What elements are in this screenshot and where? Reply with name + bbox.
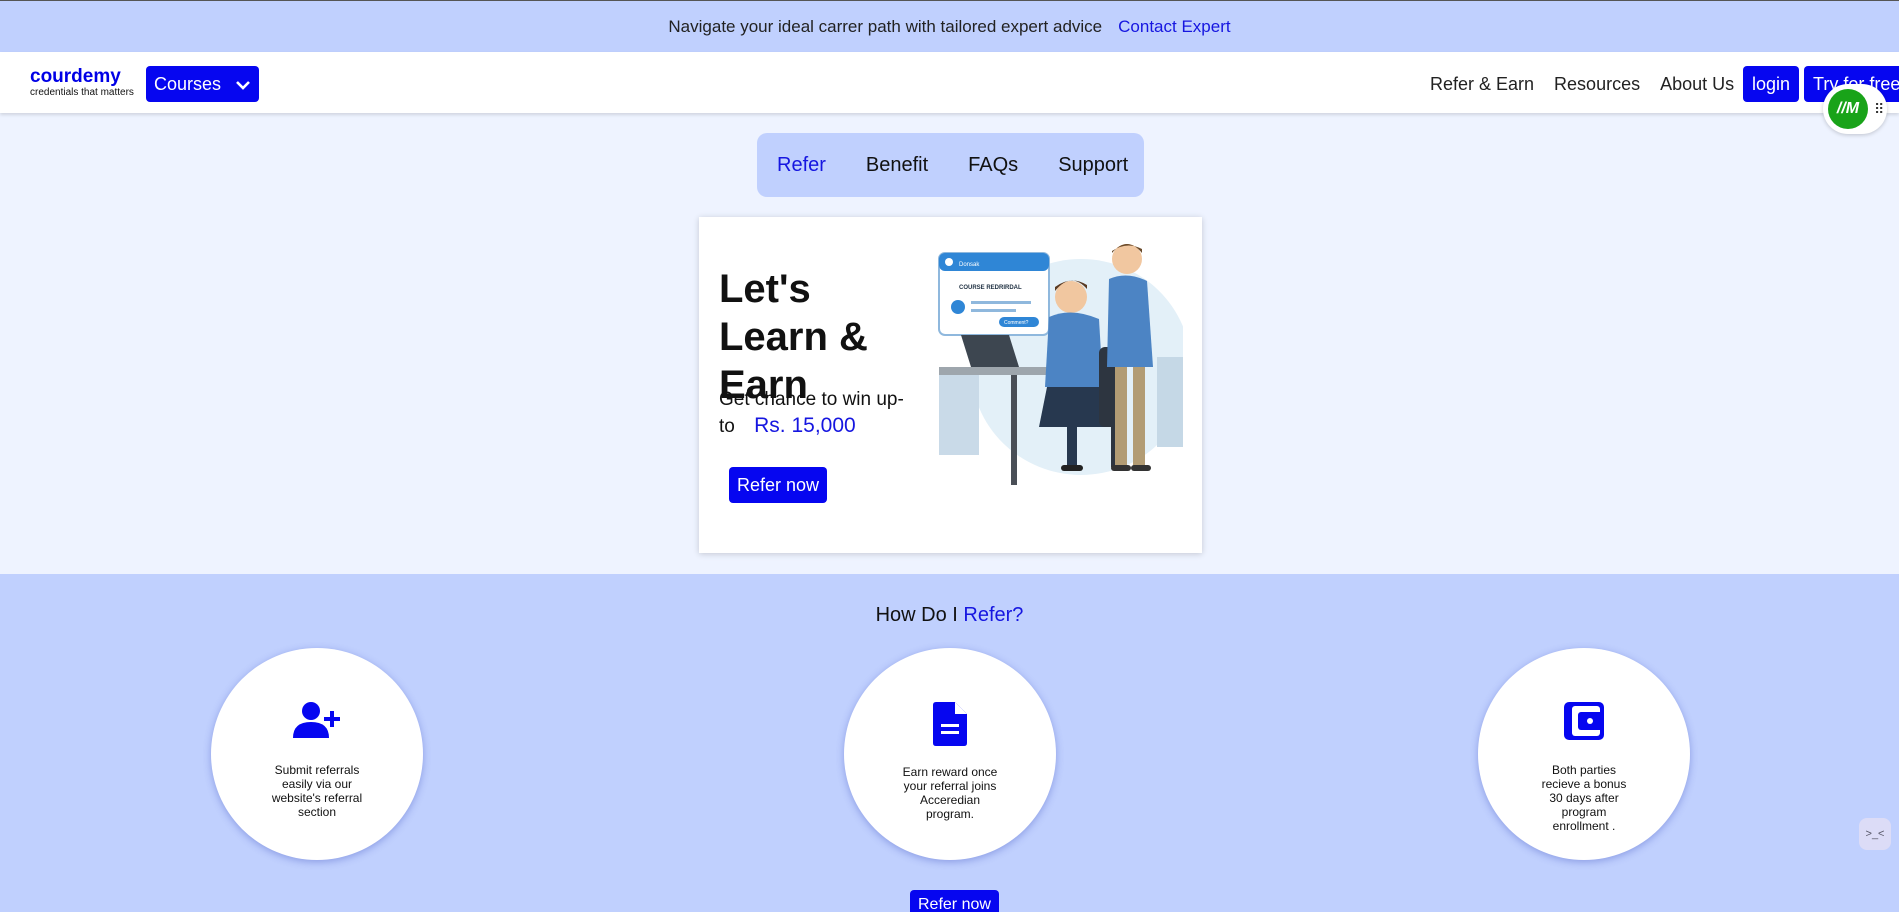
contact-expert-link[interactable]: Contact Expert <box>1118 17 1230 37</box>
hero-subtitle: Get chance to win up-to Rs. 15,000 <box>719 387 909 440</box>
logo[interactable]: courdemy credentials that matters <box>30 67 134 99</box>
illustration-pill: Comment? <box>1004 320 1029 326</box>
step-text: Earn reward once your referral joins Acc… <box>902 765 998 821</box>
main-nav: Refer & Earn Resources About Us <box>1430 66 1734 102</box>
logo-name: courdemy <box>30 66 121 87</box>
how-title-highlight: Refer? <box>963 604 1024 626</box>
wallet-icon <box>1478 702 1690 740</box>
hero-refer-now-button[interactable]: Refer now <box>729 467 828 503</box>
document-icon <box>844 702 1056 746</box>
step-card-bonus: Both parties recieve a bonus 30 days aft… <box>1478 648 1690 860</box>
refer-now-bottom-button[interactable]: Refer now <box>910 890 999 912</box>
announcement-bar: Navigate your ideal carrer path with tai… <box>0 0 1899 52</box>
hero-card: Let's Learn & Earn Get chance to win up-… <box>699 217 1202 553</box>
section-tabs: Refer Benefit FAQs Support <box>757 133 1144 197</box>
illustration-app-name: Donsak <box>959 262 980 268</box>
how-to-refer-title: How Do I Refer? <box>0 604 1899 627</box>
how-to-refer-section: How Do I Refer? Submit referrals easily … <box>0 574 1899 912</box>
extension-logo-icon: //M <box>1828 89 1868 129</box>
tab-support[interactable]: Support <box>1058 154 1128 177</box>
site-header: courdemy credentials that matters Course… <box>0 52 1899 113</box>
nav-refer-earn[interactable]: Refer & Earn <box>1430 74 1534 95</box>
tab-faqs[interactable]: FAQs <box>968 154 1018 177</box>
step-card-earn: Earn reward once your referral joins Acc… <box>844 648 1056 860</box>
courses-label: Courses <box>154 73 222 94</box>
chevron-down-icon <box>235 74 251 95</box>
logo-tagline: credentials that matters <box>30 87 134 98</box>
step-text: Both parties recieve a bonus 30 days aft… <box>1541 763 1627 833</box>
chat-widget-icon[interactable]: >_< <box>1859 818 1891 850</box>
tab-refer[interactable]: Refer <box>777 154 826 177</box>
step-text: Submit referrals easily via our website'… <box>271 763 363 819</box>
how-title-prefix: How Do I <box>875 604 958 626</box>
step-card-submit: Submit referrals easily via our website'… <box>211 648 423 860</box>
referral-illustration: Donsak COURSE REDRIRDAL Comment? <box>931 237 1183 487</box>
courses-dropdown-button[interactable]: Courses <box>146 66 259 102</box>
user-plus-icon <box>211 702 423 738</box>
hero-amount: Rs. 15,000 <box>754 414 856 437</box>
nav-about-us[interactable]: About Us <box>1660 74 1734 95</box>
announcement-text: Navigate your ideal carrer path with tai… <box>668 16 1103 36</box>
drag-handle-icon[interactable]: ⠿ <box>1874 101 1884 118</box>
illustration-card-title: COURSE REDRIRDAL <box>959 285 1022 291</box>
nav-resources[interactable]: Resources <box>1554 74 1640 95</box>
tab-benefit[interactable]: Benefit <box>866 154 928 177</box>
extension-badge[interactable]: //M ⠿ <box>1823 84 1887 134</box>
login-button[interactable]: login <box>1743 66 1800 102</box>
